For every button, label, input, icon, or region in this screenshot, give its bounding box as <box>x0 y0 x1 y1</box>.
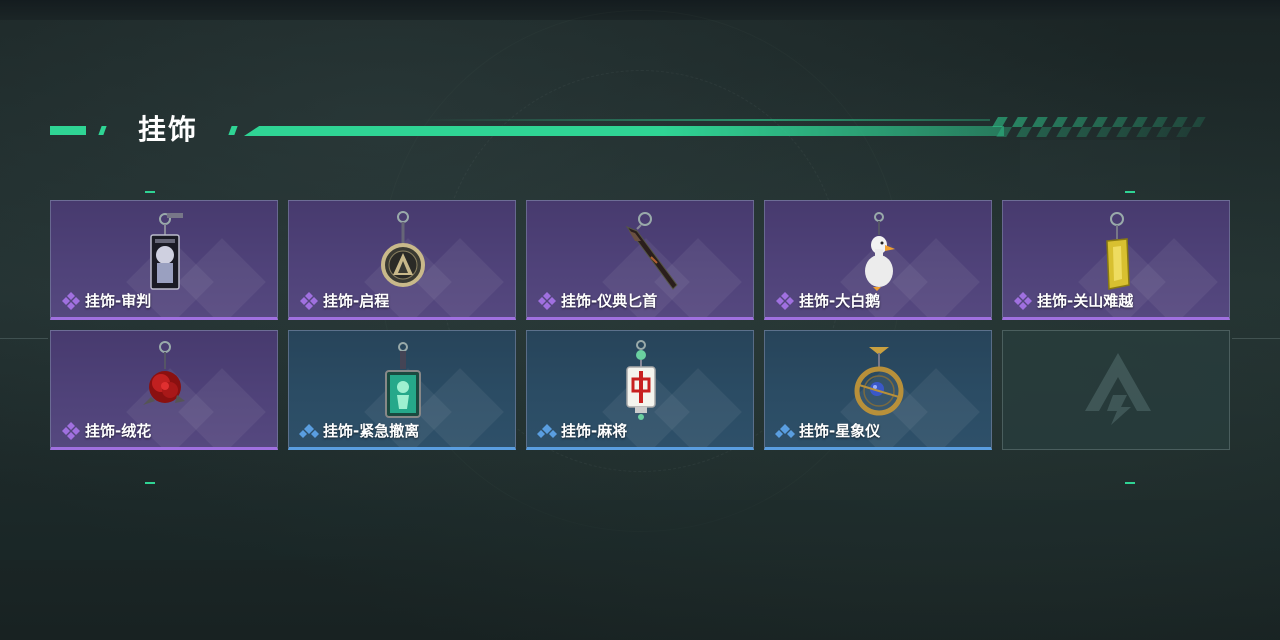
side-line-left <box>0 338 48 339</box>
pendant-card[interactable]: 挂饰-审判 <box>50 200 278 320</box>
pendant-name-row: 挂饰-星象仪 <box>775 420 880 441</box>
header-checker-pattern <box>986 117 1206 137</box>
pendant-name: 挂饰-紧急撤离 <box>323 422 420 440</box>
pendant-name-row: 挂饰-绒花 <box>61 420 151 441</box>
pendant-name-row: 挂饰-麻将 <box>537 420 627 441</box>
pendant-card[interactable]: 挂饰-紧急撤离 <box>288 330 516 450</box>
pendant-name-row: 挂饰-关山难越 <box>1013 290 1133 311</box>
gold-bar-pendant-icon <box>1106 212 1130 290</box>
emergency-exit-sign-pendant-icon <box>385 342 421 418</box>
astrolabe-pendant-icon <box>854 347 904 416</box>
pendant-card[interactable]: 挂饰-启程 <box>288 200 516 320</box>
mahjong-tile-pendant-icon <box>626 340 656 420</box>
departure-ring-pendant-icon <box>381 211 425 287</box>
pendant-card[interactable]: 挂饰-麻将 <box>526 330 754 450</box>
header-accent-bar <box>98 126 107 135</box>
pendant-card[interactable]: 挂饰-绒花 <box>50 330 278 450</box>
corner-tick <box>145 191 155 193</box>
pendant-card[interactable]: 挂饰-仪典匕首 <box>526 200 754 320</box>
pendant-name: 挂饰-审判 <box>85 292 152 310</box>
epic-rarity-icon <box>776 291 794 310</box>
epic-rarity-icon <box>300 291 318 310</box>
rare-rarity-icon <box>299 423 319 438</box>
pendant-name: 挂饰-绒花 <box>85 422 152 440</box>
judgment-card-pendant-icon <box>150 213 183 290</box>
pendant-name: 挂饰-大白鹅 <box>799 292 881 310</box>
pendant-collection-screen: 挂饰 挂饰-审判 挂饰-启程 挂饰-仪典匕首 挂饰-大白鹅 挂饰-关山难越 挂饰… <box>0 0 1280 640</box>
pendant-name-row: 挂饰-启程 <box>299 290 389 311</box>
corner-tick <box>145 482 155 484</box>
pendant-name: 挂饰-关山难越 <box>1037 292 1134 310</box>
header-accent-line <box>244 126 1004 136</box>
white-goose-pendant-icon <box>865 212 895 291</box>
epic-rarity-icon <box>1014 291 1032 310</box>
epic-rarity-icon <box>538 291 556 310</box>
side-line-right <box>1232 338 1280 339</box>
pendant-name: 挂饰-星象仪 <box>799 422 881 440</box>
ceremonial-dagger-pendant-icon <box>625 212 678 290</box>
pendant-grid: 挂饰-审判 挂饰-启程 挂饰-仪典匕首 挂饰-大白鹅 挂饰-关山难越 挂饰-绒花… <box>50 200 1230 450</box>
pendant-name-row: 挂饰-大白鹅 <box>775 290 880 311</box>
epic-rarity-icon <box>62 421 80 440</box>
pendant-name-row: 挂饰-紧急撤离 <box>299 420 419 441</box>
corner-tick <box>1125 191 1135 193</box>
header-thin-line <box>420 119 990 121</box>
page-title: 挂饰 <box>138 113 199 146</box>
empty-pendant-slot[interactable] <box>1002 330 1230 450</box>
pendant-card[interactable]: 挂饰-星象仪 <box>764 330 992 450</box>
pendant-name-row: 挂饰-审判 <box>61 290 151 311</box>
game-logo-icon <box>1085 353 1151 425</box>
pendant-card[interactable]: 挂饰-关山难越 <box>1002 200 1230 320</box>
background-shape <box>0 500 1280 560</box>
red-rose-pendant-icon <box>143 341 185 405</box>
pendant-name-row: 挂饰-仪典匕首 <box>537 290 657 311</box>
epic-rarity-icon <box>62 291 80 310</box>
header-accent-bar <box>50 126 86 135</box>
header-accent-bar <box>228 126 238 135</box>
rare-rarity-icon <box>775 423 795 438</box>
pendant-name: 挂饰-麻将 <box>561 422 628 440</box>
pendant-name: 挂饰-启程 <box>323 292 390 310</box>
rare-rarity-icon <box>537 423 557 438</box>
pendant-card[interactable]: 挂饰-大白鹅 <box>764 200 992 320</box>
background-shape <box>1020 140 1180 200</box>
pendant-name: 挂饰-仪典匕首 <box>561 292 658 310</box>
corner-tick <box>1125 482 1135 484</box>
